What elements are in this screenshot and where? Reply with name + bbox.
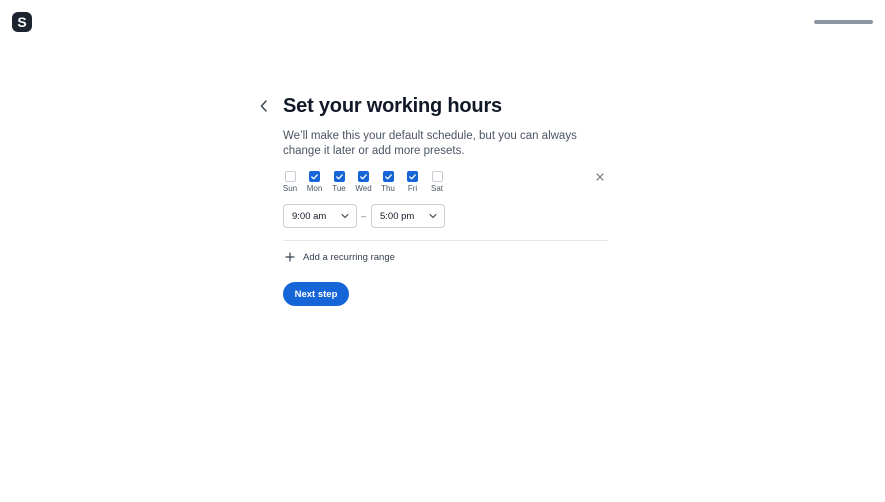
day-label: Sat <box>430 184 443 193</box>
chevron-down-icon <box>341 213 349 219</box>
working-hours-form: Set your working hours We’ll make this y… <box>283 94 608 306</box>
checkmark-icon <box>335 173 343 179</box>
divider <box>283 240 608 241</box>
next-step-button[interactable]: Next step <box>283 282 349 306</box>
day-fri[interactable]: Fri <box>401 171 425 194</box>
end-time-select[interactable]: 5:00 pm <box>371 204 445 228</box>
day-wed[interactable]: Wed <box>352 171 376 194</box>
page-subtitle: We’ll make this your default schedule, b… <box>283 130 577 157</box>
day-thu[interactable]: Thu <box>376 171 400 194</box>
add-recurring-range-label: Add a recurring range <box>303 251 395 263</box>
back-button[interactable] <box>256 98 272 114</box>
end-time-value: 5:00 pm <box>380 210 415 222</box>
day-label: Tue <box>332 184 346 193</box>
day-mon[interactable]: Mon <box>303 171 327 194</box>
plus-icon <box>285 252 295 262</box>
weekday-selector: Sun Mon Tue Wed Thu Fri Sat <box>283 171 608 193</box>
day-thu-checkbox[interactable] <box>382 171 394 182</box>
add-recurring-range-button[interactable]: Add a recurring range <box>285 250 395 264</box>
day-wed-checkbox[interactable] <box>358 171 369 182</box>
page-title: Set your working hours <box>283 95 502 117</box>
day-fri-checkbox[interactable] <box>407 171 418 182</box>
app-logo: S <box>12 12 32 32</box>
day-label: Wed <box>355 184 372 193</box>
day-sat[interactable]: Sat <box>425 171 449 194</box>
day-sun[interactable]: Sun <box>278 171 302 194</box>
day-sun-checkbox[interactable] <box>284 171 296 182</box>
day-sat-checkbox[interactable] <box>431 171 443 182</box>
day-label: Sun <box>282 184 298 193</box>
day-label: Fri <box>407 184 418 193</box>
start-time-value: 9:00 am <box>292 210 327 222</box>
checkmark-icon <box>311 173 318 179</box>
day-mon-checkbox[interactable] <box>309 171 320 182</box>
close-icon <box>596 173 604 181</box>
chevron-down-icon <box>429 213 437 219</box>
day-label: Mon <box>306 184 323 193</box>
progress-bar-fill <box>814 20 873 24</box>
remove-range-button[interactable] <box>595 172 605 182</box>
day-tue[interactable]: Tue <box>327 171 351 194</box>
page: S Set your working hours We’ll make this… <box>0 0 885 502</box>
progress-bar <box>814 20 873 24</box>
day-tue-checkbox[interactable] <box>333 171 345 182</box>
checkmark-icon <box>409 173 416 179</box>
time-range-row: 9:00 am – 5:00 pm <box>283 204 608 228</box>
day-label: Thu <box>381 184 395 193</box>
checkmark-icon <box>384 173 392 179</box>
logo-letter: S <box>17 14 27 30</box>
range-separator: – <box>361 211 367 221</box>
checkmark-icon <box>360 173 367 179</box>
start-time-select[interactable]: 9:00 am <box>283 204 357 228</box>
chevron-left-icon <box>260 100 267 112</box>
